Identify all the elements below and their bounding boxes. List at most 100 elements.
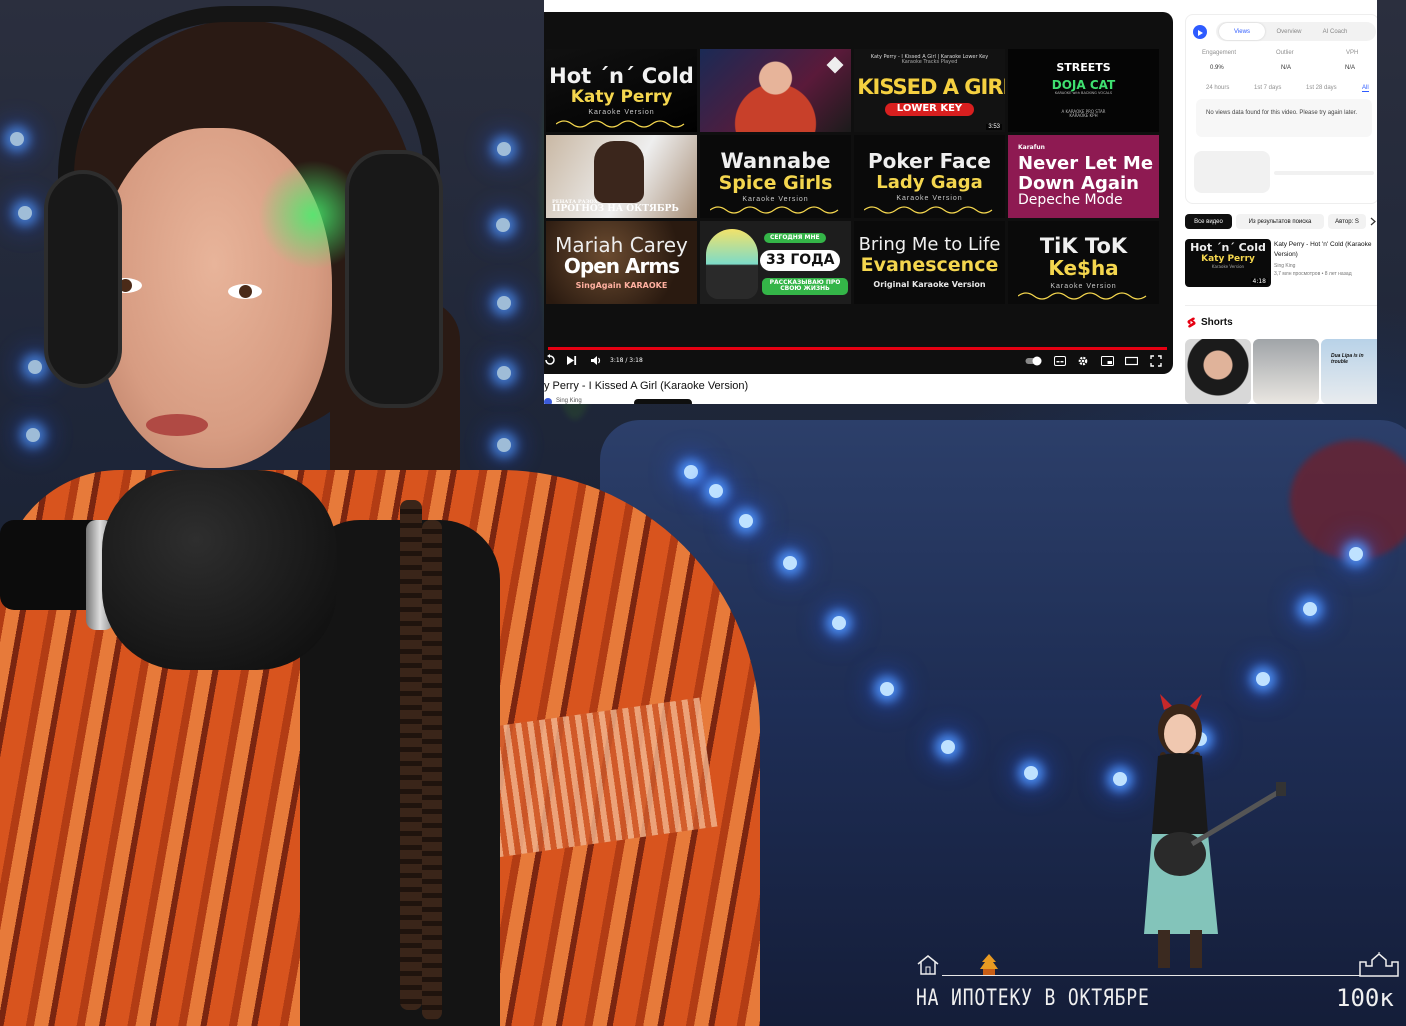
range-option[interactable]: 1st 28 days xyxy=(1306,85,1337,91)
volume-icon[interactable] xyxy=(590,355,602,366)
tile-duration: 3:53 xyxy=(986,124,1002,130)
endscreen-video[interactable]: Bring Me to Life Evanescence Original Ka… xyxy=(854,221,1005,304)
endscreen-video[interactable]: Katy Perry - I Kissed A Girl | Karaoke L… xyxy=(854,49,1005,132)
endscreen-video[interactable]: Hot ´n´ Cold Katy Perry Karaoke Version xyxy=(546,49,697,132)
chevron-right-icon[interactable] xyxy=(1370,217,1377,226)
divider xyxy=(1185,305,1377,306)
thumb-duration: 4:18 xyxy=(1250,278,1268,285)
shorts-heading: Shorts xyxy=(1201,317,1233,328)
endscreen-video-cover[interactable] xyxy=(700,49,851,132)
extension-logo-icon xyxy=(1193,25,1207,39)
range-option[interactable]: 24 hours xyxy=(1206,85,1229,91)
squiggle-decoration xyxy=(864,206,993,214)
range-option-selected[interactable]: All xyxy=(1362,85,1369,92)
shorts-logo-icon xyxy=(1187,317,1196,328)
tile-subtitle: SingAgain KARAOKE xyxy=(575,280,668,290)
diamond-pattern-icon xyxy=(826,56,844,74)
suggested-video-thumbnail[interactable]: Hot ´n´ Cold Katy Perry Karaoke Version … xyxy=(1185,239,1271,287)
endscreen-video[interactable]: Wannabe Spice Girls Karaoke Version xyxy=(700,135,851,218)
led-light xyxy=(497,438,511,452)
led-light xyxy=(1303,602,1317,616)
endscreen-video[interactable]: Karafun Never Let Me Down Again Depeche … xyxy=(1008,135,1159,218)
replay-icon[interactable] xyxy=(544,354,556,366)
led-light xyxy=(1256,672,1270,686)
tile-artist: Spice Girls xyxy=(718,171,833,194)
tile-title: Never Let Me xyxy=(1018,153,1154,175)
endscreen-video[interactable]: СЕГОДНЯ МНЕ 33 ГОДА РАССКАЗЫВАЮ ПРО СВОЮ… xyxy=(700,221,851,304)
led-light xyxy=(496,218,510,232)
streamer-eye xyxy=(228,284,262,299)
tile-subtitle: Karaoke Version xyxy=(896,195,963,203)
tile-title: 33 ГОДА xyxy=(760,250,841,272)
tab-ai-coach[interactable]: AI Coach xyxy=(1312,23,1358,40)
short-caption: Dua Lipa is in trouble xyxy=(1331,353,1364,365)
led-light xyxy=(880,682,894,696)
led-light xyxy=(26,428,40,442)
subscribe-button[interactable] xyxy=(634,399,692,404)
chip-all-videos[interactable]: Все видео xyxy=(1185,214,1232,229)
chip-from-search[interactable]: Из результатов поиска xyxy=(1236,214,1324,229)
chip-author[interactable]: Автор: S xyxy=(1328,214,1366,229)
house-icon xyxy=(917,955,939,975)
led-light xyxy=(783,556,797,570)
channel-avatar[interactable] xyxy=(544,398,552,404)
streamer-lips xyxy=(146,414,208,436)
castle-icon xyxy=(1359,952,1399,977)
led-light xyxy=(684,465,698,479)
tile-subtitle: Karaoke Version xyxy=(742,196,809,204)
settings-gear-icon[interactable] xyxy=(1077,355,1089,367)
endscreen-video[interactable]: РЕНАТА РАЗОХЛАЯ ПРОГНОЗ НА ОКТЯБРЬ xyxy=(546,135,697,218)
tile-subtitle: Original Karaoke Version xyxy=(873,280,986,290)
braid xyxy=(422,520,442,1020)
fullscreen-icon[interactable] xyxy=(1150,355,1162,367)
goal-label: НА ИПОТЕКУ В ОКТЯБРЕ xyxy=(916,986,1150,1011)
range-option[interactable]: 1st 7 days xyxy=(1254,85,1281,91)
tile-artist: Depeche Mode xyxy=(1018,192,1123,209)
tab-views[interactable]: Views xyxy=(1219,23,1265,40)
tile-title: STREETS xyxy=(1056,61,1111,75)
tile-title-2: Down Again xyxy=(1018,172,1139,194)
suggested-video-title[interactable]: Katy Perry - Hot 'n' Cold (Karaoke Versi… xyxy=(1274,240,1374,260)
empty-state-message: No views data found for this video. Plea… xyxy=(1206,110,1358,116)
led-light xyxy=(1024,766,1038,780)
metric-vph-value: N/A xyxy=(1345,65,1356,71)
video-player[interactable]: Hot ´n´ Cold Katy Perry Karaoke Version … xyxy=(544,12,1173,374)
skeleton-block xyxy=(1194,151,1270,193)
browser-capture: Hot ´n´ Cold Katy Perry Karaoke Version … xyxy=(544,0,1377,404)
progress-bar[interactable] xyxy=(548,347,1167,350)
tile-title: I KISSED A GIRL xyxy=(854,74,1005,99)
squiggle-decoration xyxy=(710,206,839,214)
autoplay-toggle-icon[interactable] xyxy=(1025,356,1043,366)
goal-target: 100к xyxy=(1336,984,1394,1012)
tile-artist: Katy Perry xyxy=(570,86,673,107)
subtitles-icon[interactable] xyxy=(1054,356,1066,366)
miniplayer-icon[interactable] xyxy=(1101,356,1114,366)
next-icon[interactable] xyxy=(566,355,577,366)
headphones-earcup xyxy=(345,150,443,408)
short-thumbnail[interactable] xyxy=(1253,339,1319,404)
metric-label: VPH xyxy=(1346,50,1359,56)
led-light xyxy=(10,132,24,146)
channel-name[interactable]: Sing King xyxy=(556,398,582,404)
led-light xyxy=(18,206,32,220)
progress-marker-icon xyxy=(980,954,998,975)
tile-title: TiK ToK xyxy=(1039,234,1128,259)
led-light xyxy=(497,296,511,310)
goal-progress-track xyxy=(942,975,1360,976)
tile-title: ПРОГНОЗ НА ОКТЯБРЬ xyxy=(552,204,679,215)
suggested-channel[interactable]: Sing King xyxy=(1274,263,1295,269)
short-thumbnail[interactable] xyxy=(1185,339,1251,404)
theater-mode-icon[interactable] xyxy=(1125,356,1138,366)
endscreen-video[interactable]: TiK ToK Ke$ha Karaoke Version xyxy=(1008,221,1159,304)
tile-brand: A KARAOKE PRO STAR KARAOKE KPH xyxy=(1061,108,1106,119)
endscreen-video[interactable]: STREETS DOJA CAT KARAOKE with BACKING VO… xyxy=(1008,49,1159,132)
endscreen-video[interactable]: Poker Face Lady Gaga Karaoke Version xyxy=(854,135,1005,218)
tab-overview[interactable]: Overview xyxy=(1266,23,1312,40)
tile-title: Wannabe xyxy=(720,148,831,173)
thumb-artist: Katy Perry xyxy=(1201,254,1255,264)
headphones-earcup xyxy=(44,170,122,388)
short-thumbnail[interactable]: Dua Lipa is in trouble xyxy=(1321,339,1377,404)
endscreen-video[interactable]: Mariah Carey Open Arms SingAgain KARAOKE xyxy=(546,221,697,304)
tile-title: Hot ´n´ Cold xyxy=(549,63,694,88)
led-light xyxy=(709,484,723,498)
